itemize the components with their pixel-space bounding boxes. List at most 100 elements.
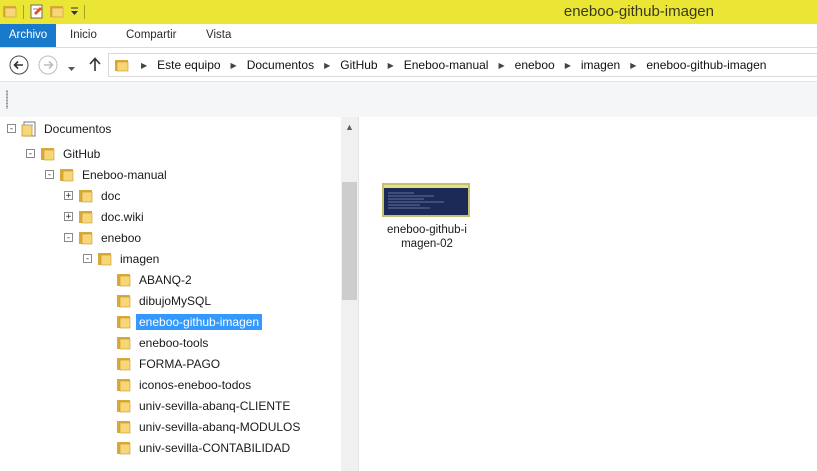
file-list[interactable]: eneboo-github-i magen-02: [359, 117, 817, 471]
chevron-right-icon[interactable]: ▶: [494, 61, 508, 70]
tree-item-label: eneboo-tools: [139, 335, 209, 350]
tab-inicio[interactable]: Inicio: [70, 24, 97, 47]
tree-item-label: GitHub: [63, 146, 101, 161]
vertical-scrollbar[interactable]: ▲: [341, 117, 358, 471]
tree-item[interactable]: ABANQ-2: [102, 269, 195, 290]
chevron-right-icon[interactable]: ▶: [137, 61, 151, 70]
chevron-right-icon[interactable]: ▶: [561, 61, 575, 70]
folder-icon: [59, 167, 79, 182]
collapse-icon[interactable]: -: [26, 149, 35, 159]
folder-icon: [116, 314, 136, 329]
tree-item[interactable]: - Eneboo-manual: [45, 164, 170, 185]
new-folder-icon[interactable]: [49, 3, 65, 22]
address-bar[interactable]: ▶ Este equipo ▶ Documentos ▶ GitHub ▶ En…: [108, 53, 817, 77]
tree-item[interactable]: iconos-eneboo-todos: [102, 374, 254, 395]
folder-icon: [78, 230, 98, 245]
tree-item-label: eneboo: [101, 230, 142, 245]
file-name-line1: eneboo-github-i: [387, 224, 467, 236]
image-thumbnail: [382, 183, 470, 217]
folder-icon: [78, 209, 98, 224]
tree-item[interactable]: dibujoMySQL: [102, 290, 214, 311]
ribbon-tabs: Archivo Inicio Compartir Vista: [0, 24, 817, 48]
scroll-up-icon[interactable]: ▲: [345, 122, 354, 132]
tab-vista[interactable]: Vista: [206, 24, 231, 47]
explorer-folder-icon[interactable]: [2, 3, 18, 22]
navigation-pane[interactable]: - Documentos - GitHub - Eneboo-manual + doc + doc…: [0, 117, 359, 471]
tree-item[interactable]: - eneboo: [64, 227, 144, 248]
tree-item[interactable]: FORMA-PAGO: [102, 353, 223, 374]
chevron-right-icon[interactable]: ▶: [227, 61, 241, 70]
tree-item[interactable]: - GitHub: [26, 143, 103, 164]
folder-icon: [97, 251, 117, 266]
tree-item-label: iconos-eneboo-todos: [139, 377, 252, 392]
tree-item-label: doc: [101, 188, 121, 203]
folder-icon: [114, 57, 130, 76]
documents-library-icon: [21, 121, 41, 137]
command-strip: [0, 81, 817, 118]
grip-handle[interactable]: [6, 90, 8, 109]
breadcrumb: ▶ Este equipo ▶ Documentos ▶ GitHub ▶ En…: [137, 54, 772, 76]
tree-item-label: Documentos: [44, 121, 112, 136]
tree-item-label: univ-sevilla-CONTABILIDAD: [139, 440, 291, 455]
tab-compartir[interactable]: Compartir: [126, 24, 176, 47]
collapse-icon[interactable]: -: [64, 233, 73, 243]
breadcrumb-item[interactable]: Este equipo: [151, 58, 226, 72]
folder-icon: [116, 377, 136, 392]
chevron-right-icon[interactable]: ▶: [384, 61, 398, 70]
breadcrumb-item[interactable]: GitHub: [334, 58, 383, 72]
divider: [23, 5, 24, 19]
collapse-icon[interactable]: -: [45, 170, 54, 180]
folder-icon: [116, 419, 136, 434]
file-item[interactable]: eneboo-github-i magen-02: [381, 183, 473, 251]
tree-item-label: doc.wiki: [101, 209, 144, 224]
tree-item[interactable]: univ-sevilla-abanq-MODULOS: [102, 416, 303, 437]
tree-item[interactable]: - imagen: [83, 248, 162, 269]
breadcrumb-item[interactable]: eneboo-github-imagen: [640, 58, 772, 72]
customize-quick-access-icon[interactable]: [70, 5, 79, 19]
file-name-line2: magen-02: [401, 238, 453, 250]
chevron-right-icon[interactable]: ▶: [626, 61, 640, 70]
up-arrow-icon[interactable]: [88, 56, 102, 75]
chevron-right-icon[interactable]: ▶: [320, 61, 334, 70]
title-bar: eneboo-github-imagen: [0, 0, 817, 24]
scrollbar-thumb[interactable]: [342, 182, 357, 300]
breadcrumb-item[interactable]: eneboo: [509, 58, 561, 72]
collapse-icon[interactable]: -: [7, 124, 16, 134]
tree-item-label: eneboo-github-imagen: [136, 313, 263, 330]
breadcrumb-item[interactable]: Eneboo-manual: [398, 58, 495, 72]
tree-item-label: dibujoMySQL: [139, 293, 212, 308]
folder-icon: [116, 335, 136, 350]
tree-item-label: FORMA-PAGO: [139, 356, 221, 371]
tree-item[interactable]: univ-sevilla-CONTABILIDAD: [102, 437, 293, 458]
folder-icon: [116, 293, 136, 308]
properties-icon[interactable]: [29, 3, 45, 22]
breadcrumb-item[interactable]: Documentos: [241, 58, 320, 72]
forward-button[interactable]: [38, 55, 58, 78]
divider: [84, 5, 85, 19]
collapse-icon[interactable]: -: [83, 254, 92, 264]
breadcrumb-item[interactable]: imagen: [575, 58, 626, 72]
tree-item-label: Eneboo-manual: [82, 167, 167, 182]
recent-locations-icon[interactable]: [67, 61, 76, 75]
tree-item-label: imagen: [120, 251, 160, 266]
tree-item-label: ABANQ-2: [139, 272, 192, 287]
back-button[interactable]: [9, 55, 29, 78]
window-title: eneboo-github-imagen: [563, 3, 714, 20]
tree-item[interactable]: + doc: [64, 185, 123, 206]
folder-icon: [40, 146, 60, 161]
folder-icon: [116, 440, 136, 455]
expand-icon[interactable]: +: [64, 212, 73, 222]
tree-item[interactable]: univ-sevilla-abanq-CLIENTE: [102, 395, 293, 416]
folder-icon: [116, 272, 136, 287]
tree-item[interactable]: eneboo-tools: [102, 332, 211, 353]
tree-item-label: univ-sevilla-abanq-MODULOS: [139, 419, 301, 434]
tree-item[interactable]: + doc.wiki: [64, 206, 147, 227]
tab-archivo[interactable]: Archivo: [0, 24, 56, 47]
expand-icon[interactable]: +: [64, 191, 73, 201]
folder-icon: [78, 188, 98, 203]
tree-item[interactable]: - Documentos: [7, 118, 114, 139]
folder-icon: [116, 398, 136, 413]
tree-item[interactable]: eneboo-github-imagen: [102, 311, 263, 332]
folder-icon: [116, 356, 136, 371]
tree-item-label: univ-sevilla-abanq-CLIENTE: [139, 398, 291, 413]
